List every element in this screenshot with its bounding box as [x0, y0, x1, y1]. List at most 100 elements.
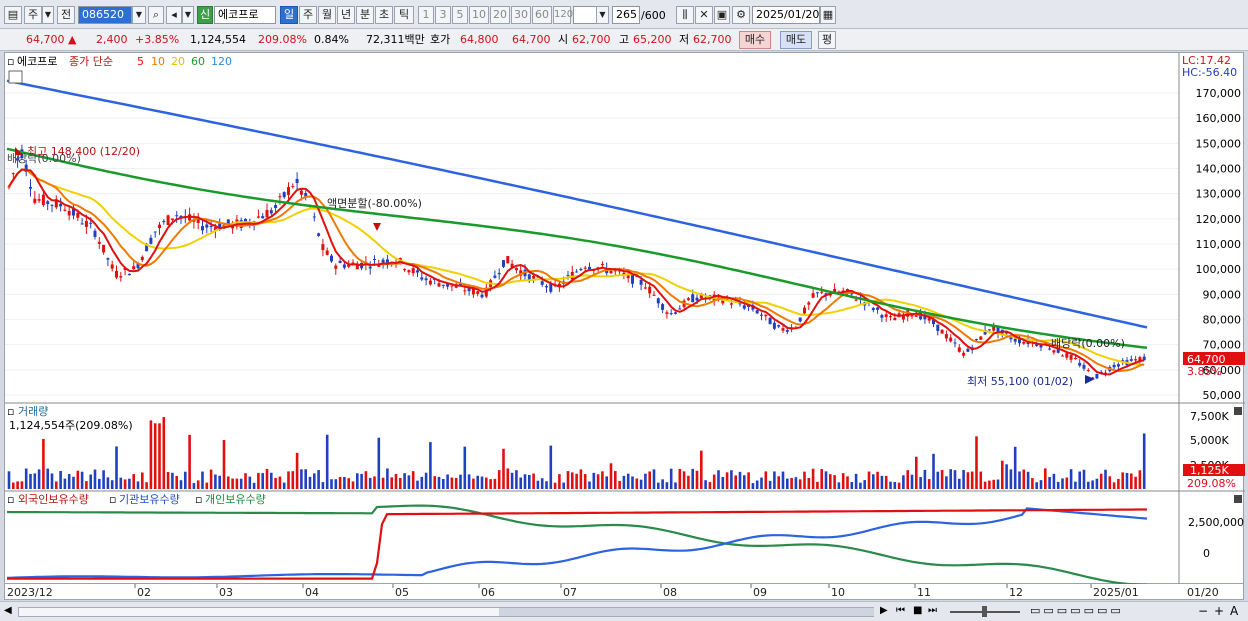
volume-bar [248, 476, 252, 489]
interval-3[interactable]: 3 [435, 6, 451, 24]
volume-bar [270, 472, 273, 489]
volume-bar [1130, 473, 1133, 489]
sell-button[interactable]: 매도 [780, 31, 812, 49]
scroll-left-icon[interactable]: ◀ [4, 605, 12, 616]
font-size-icon[interactable]: A [1230, 604, 1238, 618]
candle-body [274, 205, 278, 209]
scrollbar-track[interactable] [18, 607, 874, 617]
candle-body [205, 224, 209, 228]
candle-body [540, 281, 544, 285]
tab-minute[interactable]: 분 [356, 6, 374, 24]
chart-area[interactable]: ▫ 에코프로 종가 단순 5 10 20 60 120 LC:17.42 HC:… [4, 52, 1245, 586]
candle-body [132, 266, 136, 270]
zoom-in-icon[interactable]: + [1214, 604, 1224, 618]
count-input[interactable]: 265 [612, 6, 640, 24]
candle-body [1069, 354, 1073, 360]
tab-week[interactable]: 주 [299, 6, 317, 24]
stop-icon[interactable]: ■ [913, 605, 922, 616]
table-toggle-icon[interactable] [8, 70, 23, 84]
candle-body [269, 210, 273, 214]
save-icon[interactable]: ▣ [714, 6, 730, 24]
tab-second[interactable]: 초 [375, 6, 393, 24]
volume-bar [399, 477, 402, 489]
tab-day[interactable]: 일 [280, 6, 298, 24]
candle-body [760, 314, 763, 316]
candle-body [1112, 364, 1116, 368]
time-axis-label: 02 [137, 586, 151, 599]
scroll-right-icon[interactable]: ▶ [880, 605, 888, 616]
zoom-slider-handle[interactable] [982, 606, 987, 617]
volume-bar [988, 480, 991, 489]
average-button[interactable]: 평 [818, 31, 836, 49]
speaker-icon[interactable]: ◂ [166, 6, 182, 24]
interval-20[interactable]: 20 [490, 6, 510, 24]
tab-tick[interactable]: 틱 [394, 6, 414, 24]
interval-1[interactable]: 1 [418, 6, 434, 24]
candle-icon[interactable]: ⫼ [676, 6, 694, 24]
volume-current: 1,124,554주(209.08%) [9, 419, 133, 432]
time-axis-canvas: 2023/12 02 03 04 05 06 07 08 09 10 11 12 2025/01 01/2… [7, 584, 1219, 599]
market-select[interactable]: 주 [24, 6, 42, 24]
low-price: 62,700 [693, 33, 732, 46]
candle-body [321, 244, 325, 251]
scrollbar-thumb[interactable] [499, 608, 874, 616]
candle-body [1116, 364, 1120, 367]
volume-bar [1035, 482, 1038, 489]
chevron-down-icon[interactable]: ▼ [182, 6, 194, 24]
volume-bar [962, 470, 965, 489]
candle-body [609, 270, 613, 274]
volume-bar [98, 478, 101, 489]
layout-icon[interactable]: ▤ [4, 6, 22, 24]
candle-body [37, 199, 41, 201]
candle-body [772, 322, 776, 329]
volume-bar [820, 469, 823, 489]
volume-bar [893, 481, 897, 489]
chevron-down-icon[interactable]: ▼ [596, 6, 609, 24]
candle-body [497, 273, 501, 275]
code-input[interactable]: 086520 [78, 6, 132, 24]
rewind-icon[interactable]: ⏮ [896, 605, 905, 616]
price-ytick: 110,000 [1196, 238, 1242, 251]
buy-button[interactable]: 매수 [739, 31, 771, 49]
interval-5[interactable]: 5 [452, 6, 468, 24]
interval-60[interactable]: 60 [532, 6, 552, 24]
volume-bar [437, 476, 441, 489]
crosshair-icon[interactable]: ✕ [695, 6, 713, 24]
interval-10[interactable]: 10 [469, 6, 489, 24]
scope-select[interactable]: 전 [57, 6, 75, 24]
interval-120[interactable]: 120 [553, 6, 573, 24]
code-dropdown-icon[interactable]: ▼ [132, 6, 146, 24]
candle-body [566, 275, 570, 277]
fast-forward-icon[interactable]: ⏭ [928, 605, 937, 616]
volume-bar [1074, 481, 1077, 489]
candle-body [1061, 355, 1064, 357]
close-panel-icon[interactable] [1234, 407, 1242, 415]
date-input[interactable]: 2025/01/20 [752, 6, 820, 24]
volume-bar [919, 477, 922, 489]
chevron-down-icon[interactable]: ▼ [42, 6, 54, 24]
volume-bar [721, 477, 725, 489]
volume-bar [282, 482, 286, 489]
zoom-out-icon[interactable]: − [1198, 604, 1208, 618]
candle-body [962, 352, 966, 356]
interval-30[interactable]: 30 [511, 6, 531, 24]
view-tools-icons[interactable]: ▭▭▭▭▭▭▭ [1030, 604, 1124, 617]
tab-month[interactable]: 월 [318, 6, 336, 24]
volume-last-pct: 209.08% [1187, 477, 1236, 490]
search-icon[interactable]: ⌕ [148, 6, 164, 24]
candle-body [514, 267, 518, 271]
volume-bar [786, 478, 789, 489]
close-panel-icon[interactable] [1234, 495, 1242, 503]
candle-body [583, 267, 587, 269]
candle-body [368, 266, 372, 269]
volume-bar [717, 470, 720, 489]
candle-body [11, 173, 15, 175]
gear-icon[interactable]: ⚙ [732, 6, 750, 24]
stock-name-field[interactable]: 에코프로 [214, 6, 276, 24]
volume-bar [678, 468, 682, 489]
time-axis-label: 08 [663, 586, 677, 599]
tab-year[interactable]: 년 [337, 6, 355, 24]
calendar-icon[interactable]: ▦ [820, 6, 836, 24]
candle-body [506, 256, 510, 264]
volume-bar [291, 471, 295, 489]
